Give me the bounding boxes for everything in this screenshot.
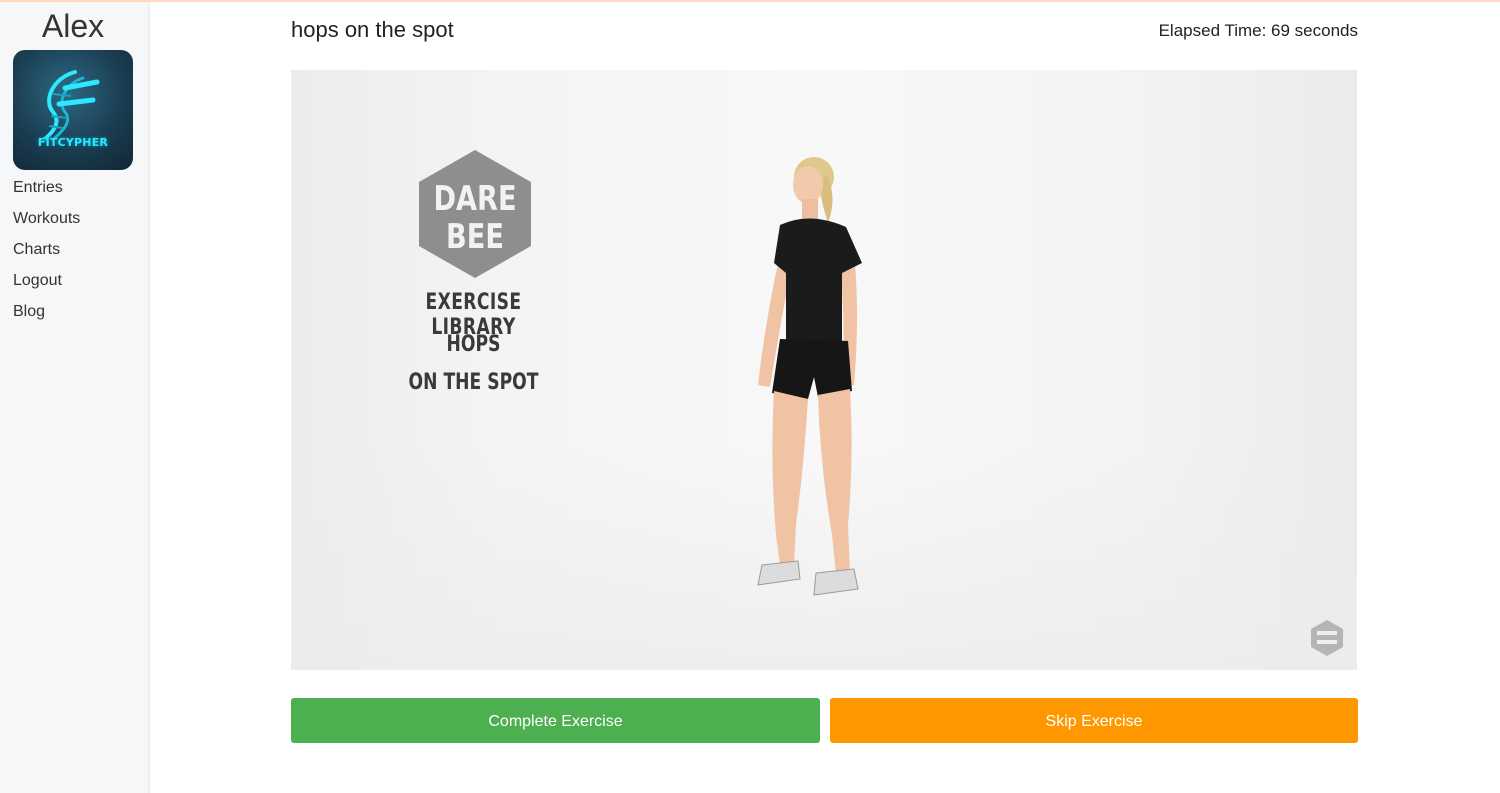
logo-text: FITCYPHER [37, 136, 109, 149]
exercise-line-2: ON THE SPOT [408, 370, 539, 395]
user-name: Alex [41, 8, 105, 44]
athlete-figure [757, 157, 862, 596]
exercise-title: hops on the spot [291, 17, 454, 42]
nav-item-blog[interactable]: Blog [13, 302, 80, 333]
skip-exercise-button[interactable]: Skip Exercise [830, 698, 1358, 743]
fitcypher-logo-icon[interactable]: FITCYPHER [13, 50, 133, 170]
nav-item-workouts[interactable]: Workouts [13, 209, 80, 240]
sidebar-nav: Entries Workouts Charts Logout Blog [13, 178, 80, 333]
sidebar: Alex FITCYPHER Entries Workouts Charts L… [0, 2, 150, 793]
complete-exercise-button[interactable]: Complete Exercise [291, 698, 820, 743]
nav-item-charts[interactable]: Charts [13, 240, 80, 271]
nav-item-entries[interactable]: Entries [13, 178, 80, 209]
brand-bottom-text: BEE [446, 217, 504, 257]
exercise-line-1: HOPS [446, 332, 501, 357]
elapsed-time: Elapsed Time: 69 seconds [1158, 21, 1358, 40]
darebee-watermark-icon [1311, 620, 1343, 656]
darebee-hexagon-icon: DARE BEE [419, 150, 531, 278]
nav-item-logout[interactable]: Logout [13, 271, 80, 302]
top-accent-line [0, 0, 1500, 2]
brand-top-text: DARE [433, 179, 516, 219]
exercise-video[interactable]: DARE BEE EXERCISE LIBRARY HOPS ON THE SP… [291, 70, 1357, 670]
helix-icon [39, 70, 100, 144]
